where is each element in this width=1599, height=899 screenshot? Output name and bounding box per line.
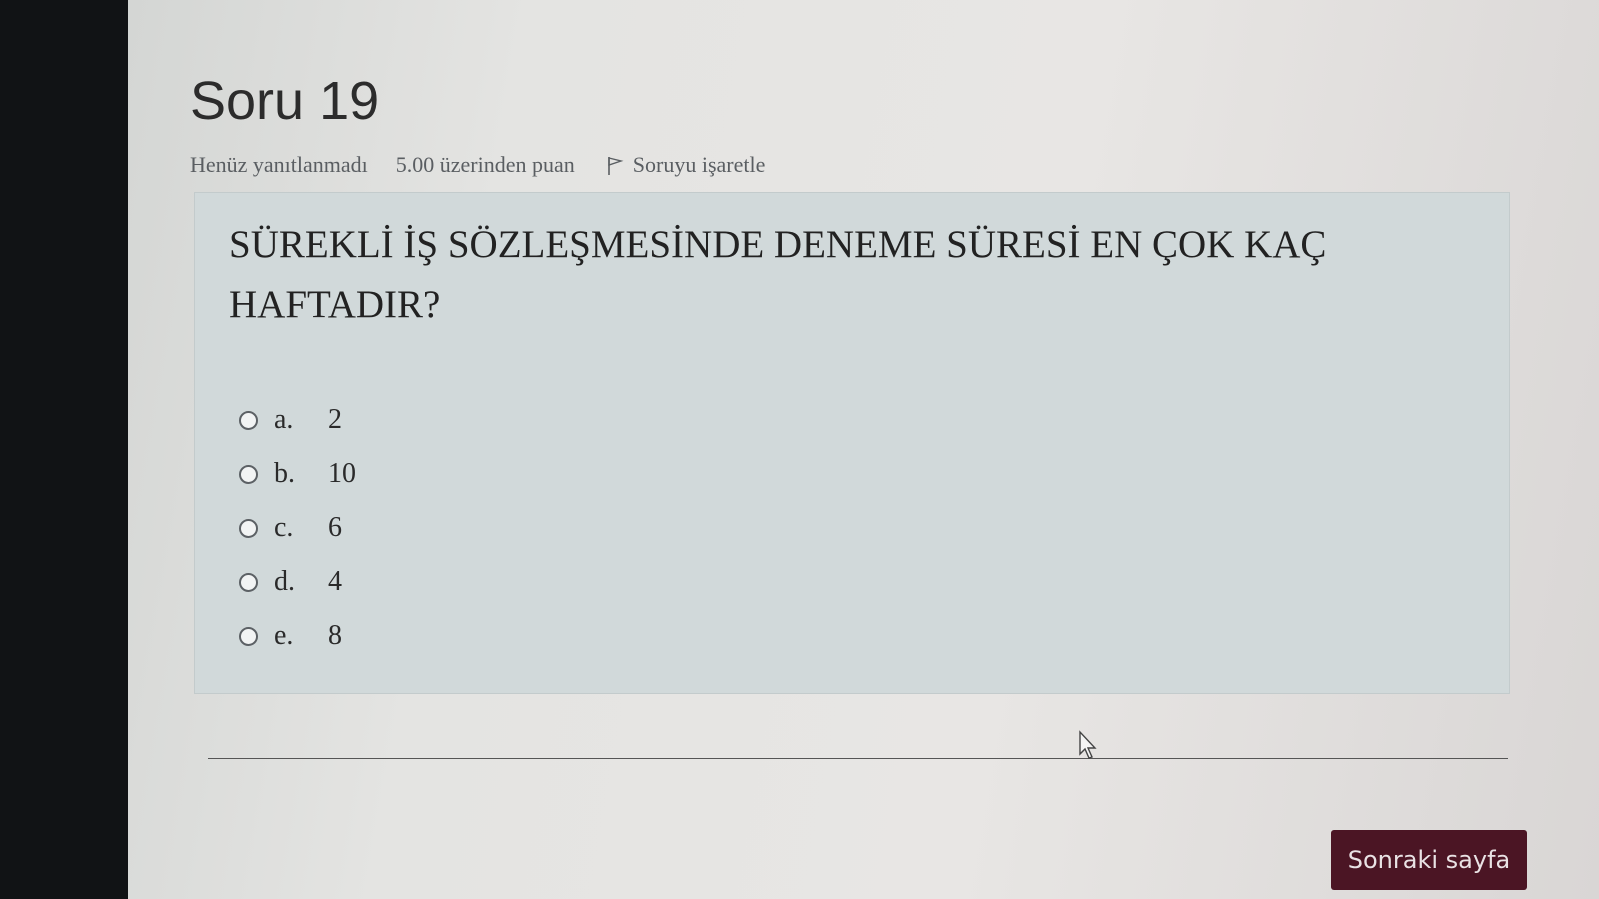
question-status: Henüz yanıtlanmadı bbox=[190, 152, 368, 177]
answer-value: 4 bbox=[328, 566, 342, 597]
answer-letter: b. bbox=[274, 458, 295, 489]
answer-option-c[interactable]: c. 6 bbox=[239, 501, 356, 555]
answer-letter: c. bbox=[274, 512, 294, 543]
flag-icon bbox=[607, 157, 624, 175]
question-box: SÜREKLİ İŞ SÖZLEŞMESİNDE DENEME SÜRESİ E… bbox=[194, 192, 1510, 694]
answer-value: 6 bbox=[328, 512, 342, 543]
quiz-page: Soru 19 Henüz yanıtlanmadı 5.00 üzerinde… bbox=[128, 0, 1599, 899]
answer-option-a[interactable]: a. 2 bbox=[239, 393, 356, 447]
radio-button[interactable] bbox=[239, 572, 258, 592]
question-info: Henüz yanıtlanmadı 5.00 üzerinden puan S… bbox=[190, 152, 765, 178]
radio-button[interactable] bbox=[239, 518, 258, 538]
answer-letter: a. bbox=[274, 404, 294, 435]
answer-option-e[interactable]: e. 8 bbox=[239, 609, 356, 663]
radio-button[interactable] bbox=[239, 410, 258, 430]
question-title: Soru 19 bbox=[190, 71, 380, 131]
radio-button[interactable] bbox=[239, 464, 258, 484]
answer-option-b[interactable]: b. 10 bbox=[239, 447, 356, 501]
answer-value: 2 bbox=[328, 404, 342, 435]
flag-question-label: Soruyu işaretle bbox=[632, 152, 766, 177]
question-grade: 5.00 üzerinden puan bbox=[395, 152, 575, 177]
next-page-button[interactable]: Sonraki sayfa bbox=[1331, 830, 1527, 890]
question-text: SÜREKLİ İŞ SÖZLEŞMESİNDE DENEME SÜRESİ E… bbox=[229, 223, 1327, 326]
radio-button[interactable] bbox=[239, 626, 258, 646]
answer-value: 10 bbox=[328, 458, 356, 489]
answer-option-d[interactable]: d. 4 bbox=[239, 555, 356, 609]
answer-list: a. 2 b. 10 c. 6 d. 4 e. 8 bbox=[239, 393, 356, 663]
mouse-pointer-icon bbox=[1079, 730, 1097, 759]
answer-letter: d. bbox=[274, 566, 295, 597]
answer-letter: e. bbox=[274, 620, 294, 651]
answer-value: 8 bbox=[328, 620, 342, 651]
flag-question-link[interactable]: Soruyu işaretle bbox=[605, 152, 766, 178]
divider bbox=[208, 758, 1508, 759]
